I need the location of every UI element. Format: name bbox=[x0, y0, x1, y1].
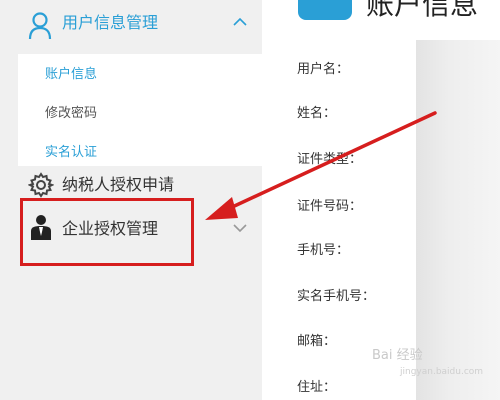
field-label-id-number: 证件号码： bbox=[297, 199, 363, 214]
title-logo-icon bbox=[298, 0, 352, 20]
watermark-sub: jingyan.baidu.com bbox=[400, 367, 484, 377]
field-label-username: 用户名： bbox=[297, 62, 350, 77]
field-label-name: 姓名： bbox=[297, 106, 337, 121]
field-label-address: 住址： bbox=[297, 380, 337, 395]
field-label-real-phone: 实名手机号： bbox=[297, 289, 376, 304]
chevron-up-icon[interactable] bbox=[232, 16, 248, 28]
blurred-values bbox=[416, 40, 500, 400]
highlight-box bbox=[20, 198, 194, 266]
field-label-id-type: 证件类型： bbox=[297, 152, 363, 167]
field-label-email: 邮箱： bbox=[297, 334, 337, 349]
sidebar-group-user-info[interactable]: 用户信息管理 bbox=[0, 0, 262, 48]
gear-icon bbox=[28, 172, 54, 198]
sidebar-item-account-info[interactable]: 账户信息 bbox=[45, 67, 97, 83]
user-icon bbox=[28, 12, 52, 40]
sidebar-item-real-name-auth[interactable]: 实名认证 bbox=[45, 145, 97, 161]
sidebar-item-change-password[interactable]: 修改密码 bbox=[45, 106, 97, 122]
field-label-phone: 手机号： bbox=[297, 243, 350, 258]
sidebar-group-label: 用户信息管理 bbox=[62, 13, 159, 32]
sidebar-item-label: 纳税人授权申请 bbox=[62, 175, 175, 194]
chevron-down-icon[interactable] bbox=[232, 222, 248, 234]
watermark: Bai 经验 bbox=[372, 348, 423, 363]
page-title: 账户信息 bbox=[366, 0, 479, 20]
